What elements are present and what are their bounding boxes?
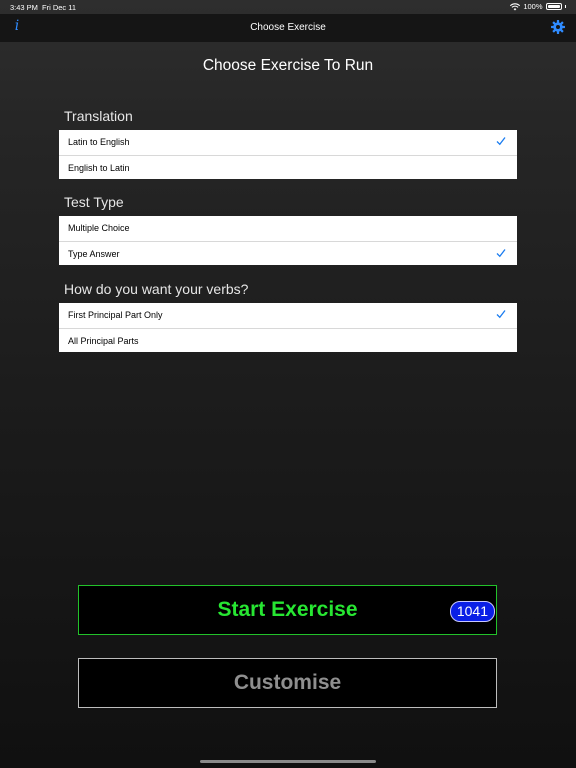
- option-type-answer[interactable]: Type Answer: [59, 240, 517, 266]
- translation-options: Latin to English English to Latin: [59, 130, 517, 179]
- exercise-count-badge: 1041: [449, 601, 495, 622]
- section-title-translation: Translation: [64, 108, 133, 124]
- customise-button[interactable]: Customise: [78, 658, 497, 708]
- option-all-principal-parts[interactable]: All Principal Parts: [59, 327, 517, 353]
- status-time: 3:43 PM: [10, 3, 38, 12]
- status-bar: 3:43 PM Fri Dec 11 100%: [0, 0, 576, 14]
- battery-icon: [545, 3, 562, 10]
- start-exercise-label: Start Exercise: [217, 598, 358, 621]
- checkmark-icon: [496, 137, 506, 146]
- checkmark-icon: [496, 248, 506, 257]
- option-label: Multiple Choice: [68, 223, 130, 233]
- option-first-principal-part[interactable]: First Principal Part Only: [59, 303, 517, 328]
- option-label: First Principal Part Only: [68, 310, 163, 320]
- option-label: All Principal Parts: [68, 335, 139, 346]
- section-title-verbs: How do you want your verbs?: [64, 281, 249, 297]
- checkmark-icon: [496, 310, 506, 319]
- option-label: Latin to English: [68, 137, 130, 147]
- option-label: English to Latin: [68, 162, 130, 173]
- nav-title: Choose Exercise: [250, 22, 326, 33]
- option-latin-to-english[interactable]: Latin to English: [59, 130, 517, 155]
- wifi-icon: [510, 2, 521, 10]
- test-type-options: Multiple Choice Type Answer: [59, 216, 517, 265]
- option-label: Type Answer: [68, 248, 120, 259]
- start-exercise-button[interactable]: Start Exercise 1041: [78, 585, 497, 635]
- battery-percent: 100%: [523, 2, 543, 11]
- gear-icon[interactable]: [550, 19, 566, 35]
- battery-tip: [564, 5, 566, 8]
- option-multiple-choice[interactable]: Multiple Choice: [59, 216, 517, 241]
- verb-options: First Principal Part Only All Principal …: [59, 303, 517, 352]
- page-title: Choose Exercise To Run: [202, 57, 374, 74]
- status-date: Fri Dec 11: [42, 3, 77, 12]
- section-title-test-type: Test Type: [64, 194, 124, 210]
- nav-bar: i Choose Exercise: [0, 14, 576, 42]
- home-indicator[interactable]: [200, 760, 376, 763]
- option-english-to-latin[interactable]: English to Latin: [59, 154, 517, 180]
- status-right: 100%: [510, 2, 566, 11]
- customise-label: Customise: [233, 671, 342, 694]
